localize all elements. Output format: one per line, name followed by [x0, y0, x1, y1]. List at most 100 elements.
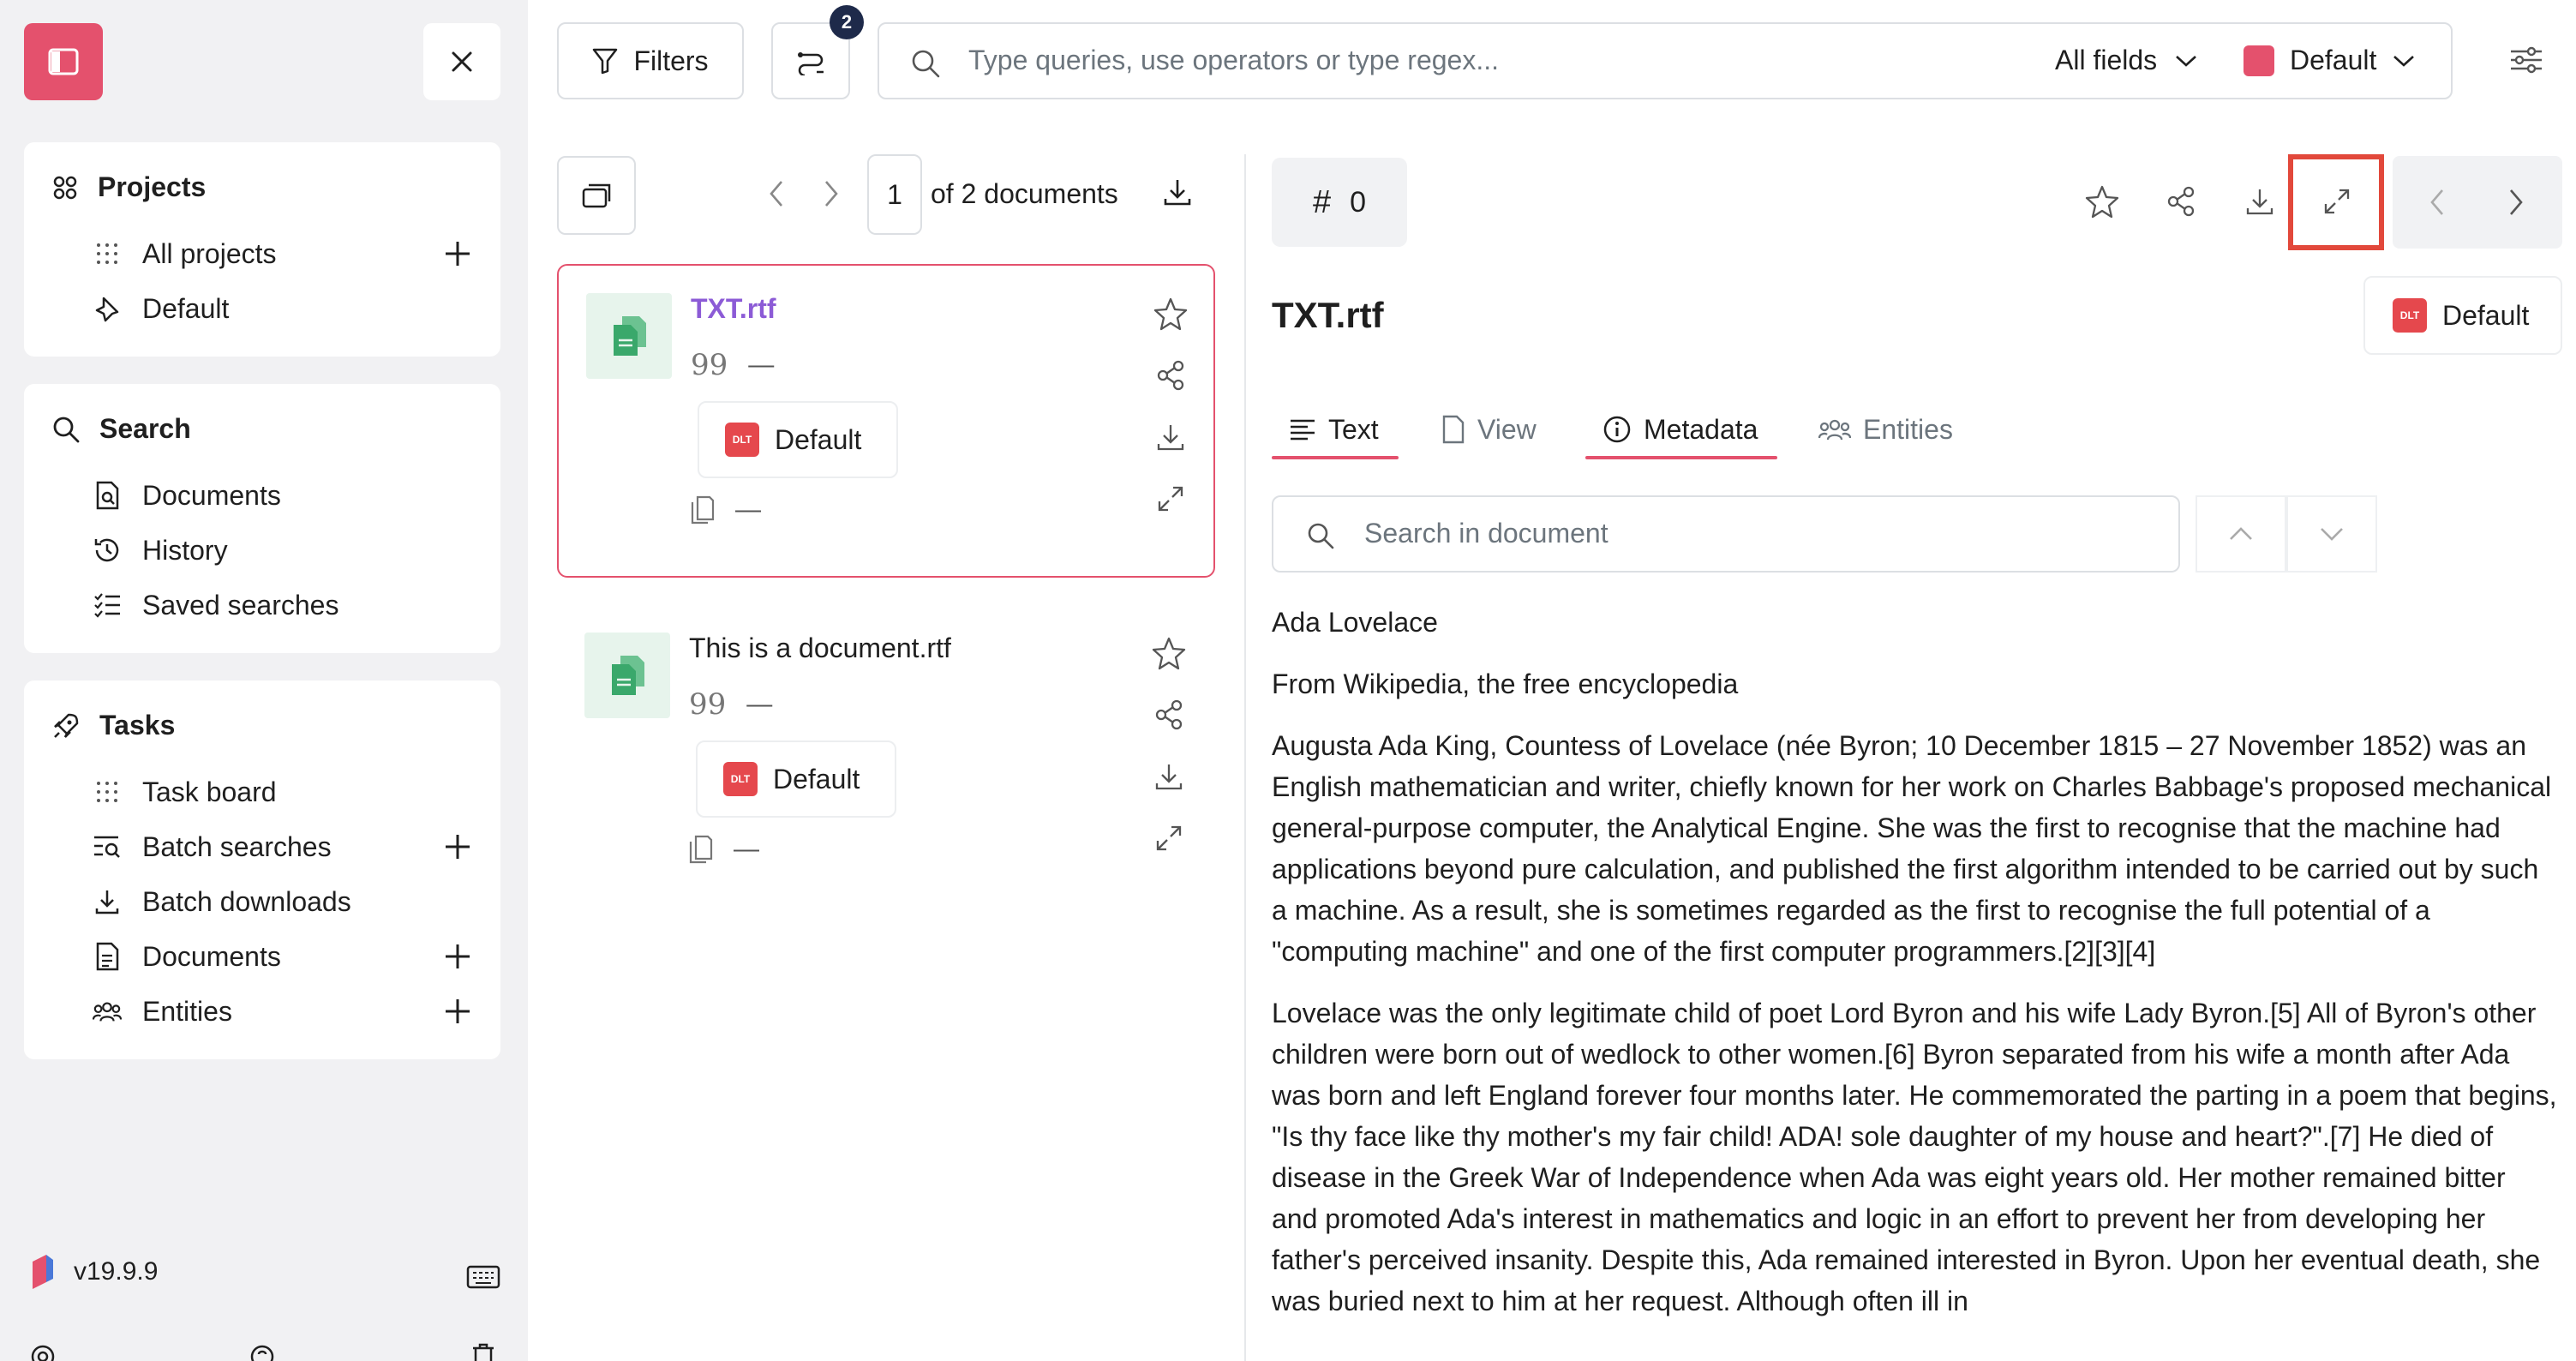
quote-icon: 99	[691, 348, 728, 382]
hash-value: 0	[1350, 185, 1367, 219]
document-paragraph: Ada Lovelace	[1272, 607, 1438, 638]
text-lines-icon	[1291, 419, 1315, 441]
expand-icon	[1156, 825, 1182, 851]
expand-document-button[interactable]	[1152, 480, 1189, 518]
next-match-button[interactable]	[2286, 495, 2377, 573]
share-button[interactable]	[1150, 696, 1188, 734]
chevron-right-icon[interactable]	[2506, 185, 2526, 219]
document-search-icon	[93, 481, 122, 510]
add-task-document-icon[interactable]	[442, 941, 473, 972]
sidebar-item-label: All projects	[142, 237, 277, 269]
settings-sliders-button[interactable]	[2509, 45, 2543, 75]
tasks-title: Tasks	[99, 710, 176, 740]
toggle-sidebar-button[interactable]	[24, 23, 103, 100]
projects-heading[interactable]: Projects	[51, 171, 206, 203]
snippet-value: —	[748, 351, 775, 379]
tasks-card: Tasks Task board Batch searches Batch do…	[24, 680, 500, 1059]
project-badge[interactable]: DLT Default	[698, 401, 898, 478]
viewer-download-button[interactable]	[2238, 180, 2281, 223]
chevron-left-icon[interactable]	[2427, 185, 2447, 219]
project-badge-label: Default	[775, 423, 862, 455]
tab-label: Entities	[1863, 413, 1953, 445]
document-title: TXT.rtf	[1272, 295, 1384, 335]
tab-entities[interactable]: Entities	[1818, 399, 1973, 459]
help-icon[interactable]	[249, 1343, 276, 1361]
tab-active-underline	[1585, 456, 1777, 459]
field-selector-label: All fields	[2055, 45, 2158, 75]
grid-dots-icon	[93, 239, 122, 268]
sidebar-item-history[interactable]: History	[93, 526, 476, 574]
download-results-button[interactable]	[1162, 177, 1193, 207]
search-icon	[912, 50, 940, 78]
document-title-link[interactable]: This is a document.rtf	[689, 633, 951, 664]
keyboard-shortcuts-button[interactable]	[466, 1265, 500, 1289]
document-title-link[interactable]: TXT.rtf	[691, 293, 776, 325]
share-button[interactable]	[1152, 357, 1189, 394]
file-icon	[1442, 415, 1465, 444]
download-document-button[interactable]	[1152, 418, 1189, 456]
list-check-icon	[93, 591, 122, 620]
sidebar-item-documents[interactable]: Documents	[93, 471, 476, 519]
download-icon	[1164, 180, 1191, 206]
panel-divider[interactable]	[1244, 154, 1246, 1361]
viewer-project-badge[interactable]: DLT Default	[2363, 276, 2562, 355]
add-project-icon[interactable]	[442, 238, 473, 269]
document-search-input[interactable]: Search in document	[1364, 518, 1609, 549]
document-pages: —	[689, 835, 759, 864]
add-entities-task-icon[interactable]	[442, 996, 473, 1027]
next-page-button[interactable]	[821, 177, 842, 211]
add-batch-search-icon[interactable]	[442, 831, 473, 862]
sort-count-badge: 2	[830, 5, 864, 39]
sidebar-item-entities[interactable]: Entities	[93, 987, 476, 1035]
sidebar-item-saved-searches[interactable]: Saved searches	[93, 581, 476, 629]
tab-text[interactable]: Text	[1272, 399, 1399, 459]
trash-icon[interactable]	[470, 1343, 497, 1361]
document-card[interactable]: This is a document.rtf 99 — DLT Default …	[557, 605, 1215, 919]
search-bar[interactable]: Type queries, use operators or type rege…	[878, 22, 2453, 99]
sidebar-item-label: Saved searches	[142, 589, 339, 621]
download-document-button[interactable]	[1150, 758, 1188, 795]
document-search-field[interactable]: Search in document	[1272, 495, 2180, 573]
star-button[interactable]	[1152, 295, 1189, 333]
search-input[interactable]: Type queries, use operators or type rege…	[968, 45, 1499, 76]
dlt-project-icon: DLT	[725, 423, 759, 457]
sidebar-item-batch-downloads[interactable]: Batch downloads	[93, 878, 476, 926]
star-button[interactable]	[1150, 634, 1188, 672]
sidebar-item-all-projects[interactable]: All projects	[93, 230, 476, 278]
document-text-content: Ada Lovelace From Wikipedia, the free en…	[1272, 602, 2557, 1342]
project-selector[interactable]: Default	[2244, 45, 2416, 76]
filters-button[interactable]: Filters	[557, 22, 744, 99]
pages-icon	[691, 495, 715, 525]
sidebar-item-batch-searches[interactable]: Batch searches	[93, 823, 476, 871]
route-icon	[798, 52, 824, 75]
tasks-heading[interactable]: Tasks	[51, 710, 175, 741]
viewer-share-button[interactable]	[2160, 180, 2202, 223]
document-card-selected[interactable]: TXT.rtf 99 — DLT Default —	[557, 264, 1215, 578]
previous-match-button[interactable]	[2196, 495, 2286, 573]
sidebar-item-task-board[interactable]: Task board	[93, 768, 476, 816]
viewer-star-button[interactable]	[2081, 180, 2124, 223]
page-number-input[interactable]: 1	[867, 154, 922, 235]
document-pages: —	[691, 495, 761, 525]
document-paragraph: From Wikipedia, the free encyclopedia	[1272, 669, 1739, 699]
sidebar-item-default-project[interactable]: Default	[93, 285, 476, 333]
prev-page-button[interactable]	[766, 177, 787, 211]
pin-icon	[93, 294, 122, 323]
field-selector[interactable]: All fields	[2055, 45, 2198, 76]
tab-metadata[interactable]: Metadata	[1585, 399, 1777, 459]
settings-icon[interactable]	[29, 1343, 57, 1361]
sidebar-footer-icons	[0, 1341, 528, 1361]
download-icon	[1155, 764, 1183, 790]
expand-document-button[interactable]	[1150, 819, 1188, 857]
sidebar-item-label: Batch downloads	[142, 885, 351, 917]
select-all-button[interactable]	[557, 156, 636, 235]
sidebar-item-task-documents[interactable]: Documents	[93, 932, 476, 980]
close-sidebar-button[interactable]	[423, 23, 500, 100]
dlt-project-icon: DLT	[723, 762, 758, 796]
project-badge[interactable]: DLT Default	[696, 740, 896, 818]
app-logo-icon	[33, 1255, 53, 1289]
tab-active-underline	[1272, 456, 1399, 459]
chevron-up-icon	[2230, 527, 2252, 540]
search-heading[interactable]: Search	[51, 413, 191, 445]
tab-view[interactable]: View	[1441, 399, 1561, 459]
